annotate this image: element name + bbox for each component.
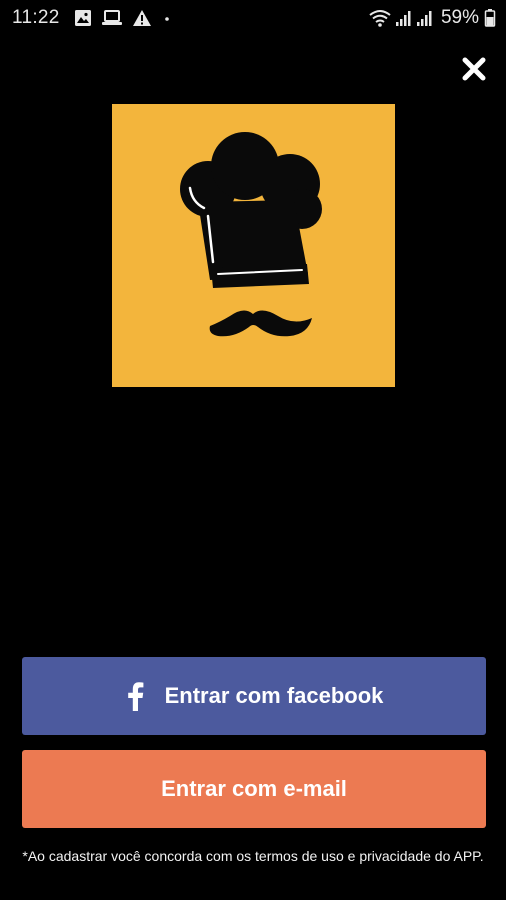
email-login-button[interactable]: Entrar com e-mail [22,750,486,828]
warning-icon [133,10,151,26]
laptop-icon [102,10,122,25]
signal-icon [395,11,411,26]
gallery-icon [75,10,91,26]
dot-icon [165,17,169,21]
app-logo [112,104,395,387]
battery-icon [484,9,496,27]
facebook-login-button[interactable]: Entrar com facebook [22,657,486,735]
wifi-icon [369,10,391,27]
status-bar: 11:22 59% [0,0,506,36]
facebook-icon [125,681,145,711]
close-icon [462,57,486,81]
email-login-label: Entrar com e-mail [161,776,347,801]
terms-notice: *Ao cadastrar você concorda com os termo… [22,848,484,864]
close-button[interactable] [459,54,489,84]
signal-icon [416,11,432,26]
battery-level: 59% [440,7,479,28]
status-system-icons: 59% [368,7,496,29]
chef-hat-mustache-icon [180,132,322,337]
facebook-login-label: Entrar com facebook [164,683,384,708]
status-notification-icons [74,9,173,27]
status-time: 11:22 [12,7,60,28]
